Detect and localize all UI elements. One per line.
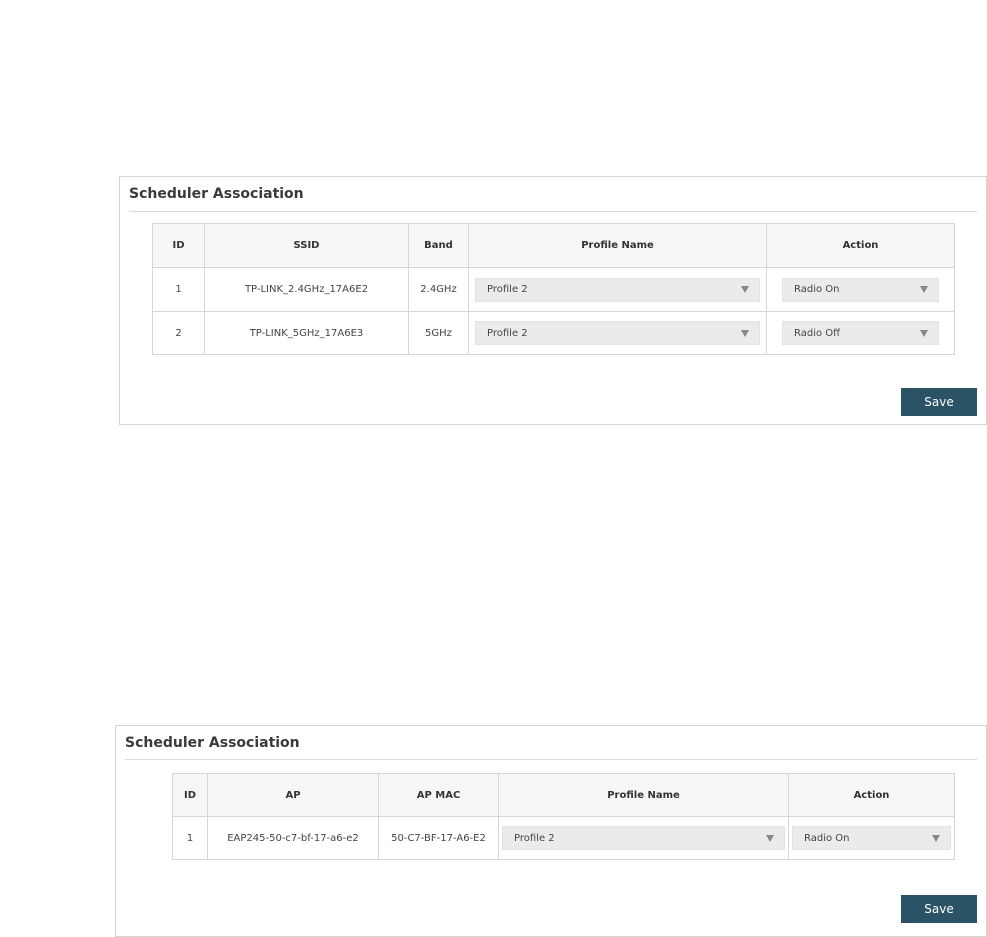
ap-scheduler-panel: Scheduler Association ID AP AP MAC Profi… [115, 725, 987, 937]
column-header-ssid: SSID [204, 223, 409, 268]
row-ssid: TP-LINK_5GHz_17A6E3 [204, 311, 409, 355]
chevron-down-icon [766, 834, 774, 842]
chevron-down-icon [920, 329, 928, 337]
table-header-row: ID AP AP MAC Profile Name Action [172, 773, 955, 817]
ssid-association-table: ID SSID Band Profile Name Action 1 TP-LI… [152, 223, 955, 355]
table-row: 1 EAP245-50-c7-bf-17-a6-e2 50-C7-BF-17-A… [172, 816, 955, 860]
row-ssid: TP-LINK_2.4GHz_17A6E2 [204, 267, 409, 312]
panel-title: Scheduler Association [129, 186, 304, 202]
select-value: Radio On [804, 832, 850, 844]
chevron-down-icon [920, 286, 928, 293]
action-select[interactable]: Radio On [782, 277, 939, 302]
column-header-id: ID [172, 773, 208, 817]
table-row: 2 TP-LINK_5GHz_17A6E3 5GHz Profile 2 Rad… [152, 311, 955, 355]
title-divider [129, 211, 977, 212]
action-select[interactable]: Radio On [792, 826, 951, 850]
select-value: Radio Off [794, 327, 841, 339]
select-value: Profile 2 [487, 284, 528, 295]
row-band: 5GHz [408, 311, 469, 355]
column-header-profile-name: Profile Name [468, 223, 767, 268]
ssid-scheduler-panel: Scheduler Association ID SSID Band Profi… [119, 176, 987, 425]
column-header-band: Band [408, 223, 469, 268]
column-header-id: ID [152, 223, 205, 268]
row-ap: EAP245-50-c7-bf-17-a6-e2 [207, 816, 379, 860]
column-header-ap-mac: AP MAC [378, 773, 499, 817]
row-id: 1 [152, 267, 205, 312]
table-row: 1 TP-LINK_2.4GHz_17A6E2 2.4GHz Profile 2… [152, 267, 955, 312]
row-id: 2 [152, 311, 205, 355]
row-id: 1 [172, 816, 208, 860]
title-divider [125, 759, 977, 760]
select-value: Radio On [794, 284, 840, 295]
profile-name-select[interactable]: Profile 2 [475, 321, 760, 345]
column-header-action: Action [766, 223, 955, 268]
column-header-action: Action [788, 773, 955, 817]
select-value: Profile 2 [487, 327, 528, 339]
column-header-ap: AP [207, 773, 379, 817]
profile-name-select[interactable]: Profile 2 [475, 277, 760, 302]
chevron-down-icon [741, 329, 749, 337]
column-header-profile-name: Profile Name [498, 773, 789, 817]
action-select[interactable]: Radio Off [782, 321, 939, 345]
row-band: 2.4GHz [408, 267, 469, 312]
profile-name-select[interactable]: Profile 2 [502, 826, 785, 850]
row-ap-mac: 50-C7-BF-17-A6-E2 [378, 816, 499, 860]
save-button[interactable]: Save [901, 895, 977, 923]
panel-title: Scheduler Association [125, 735, 300, 751]
chevron-down-icon [741, 286, 749, 293]
chevron-down-icon [932, 834, 940, 842]
select-value: Profile 2 [514, 832, 555, 844]
table-header-row: ID SSID Band Profile Name Action [152, 223, 955, 268]
save-button[interactable]: Save [901, 388, 977, 416]
ap-association-table: ID AP AP MAC Profile Name Action 1 EAP24… [172, 773, 955, 860]
